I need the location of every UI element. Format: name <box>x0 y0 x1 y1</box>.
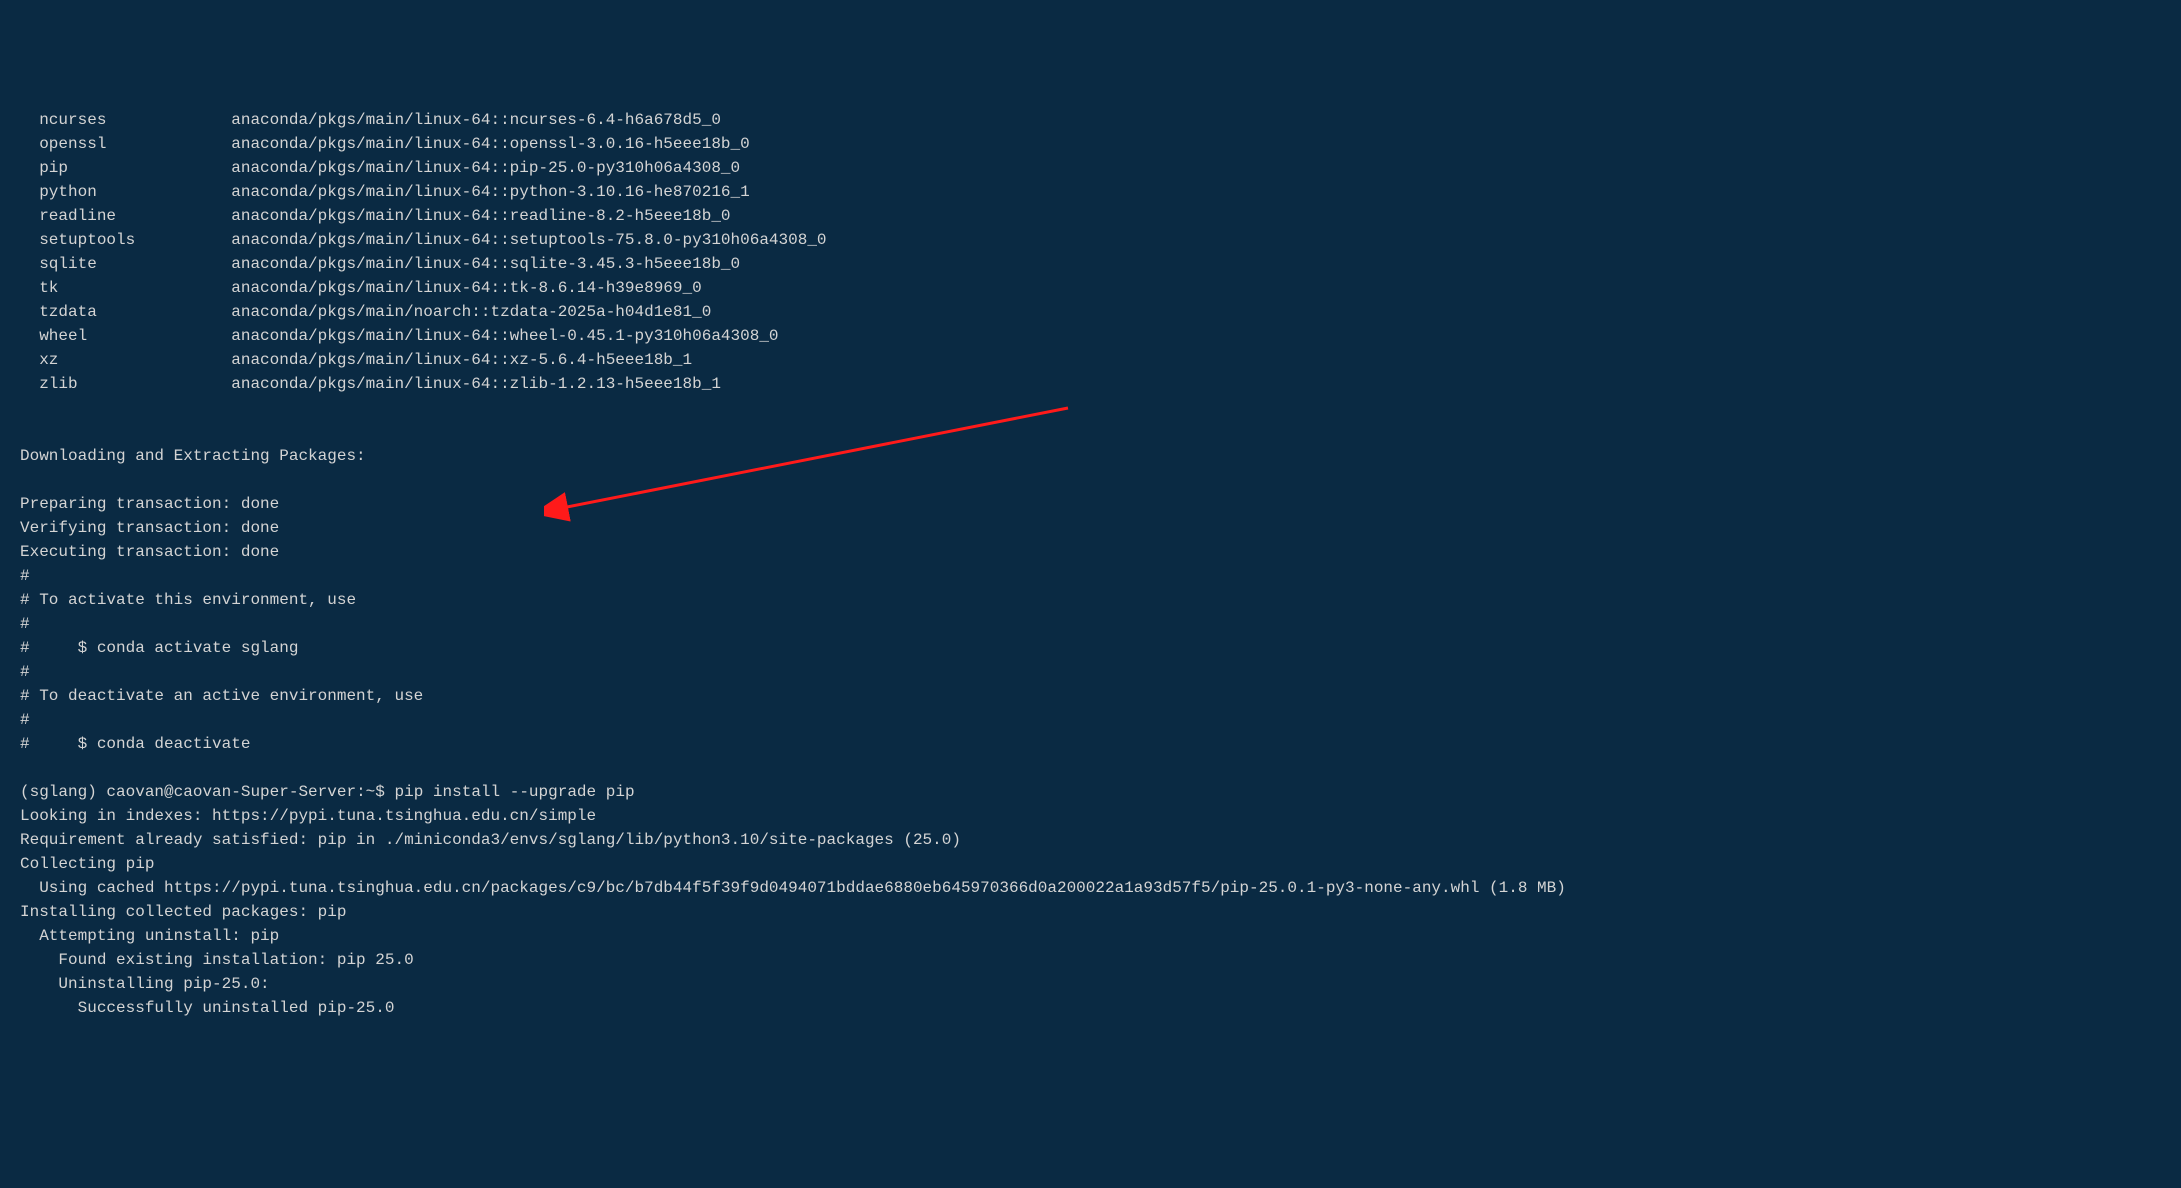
package-row: xz anaconda/pkgs/main/linux-64::xz-5.6.4… <box>20 348 2161 372</box>
package-row: readline anaconda/pkgs/main/linux-64::re… <box>20 204 2161 228</box>
package-row: pip anaconda/pkgs/main/linux-64::pip-25.… <box>20 156 2161 180</box>
package-row: tzdata anaconda/pkgs/main/noarch::tzdata… <box>20 300 2161 324</box>
pip-output-line: Requirement already satisfied: pip in ./… <box>20 828 2161 852</box>
pip-output-line: Successfully uninstalled pip-25.0 <box>20 996 2161 1020</box>
activation-hint-line: # To activate this environment, use <box>20 588 2161 612</box>
package-row: python anaconda/pkgs/main/linux-64::pyth… <box>20 180 2161 204</box>
shell-prompt[interactable]: (sglang) caovan@caovan-Super-Server:~$ p… <box>20 780 2161 804</box>
pip-output-line: Uninstalling pip-25.0: <box>20 972 2161 996</box>
activation-hint-line: # <box>20 708 2161 732</box>
activation-hint-line: # $ conda deactivate <box>20 732 2161 756</box>
transaction-line: Preparing transaction: done <box>20 492 2161 516</box>
activation-hint-line: # To deactivate an active environment, u… <box>20 684 2161 708</box>
package-row: wheel anaconda/pkgs/main/linux-64::wheel… <box>20 324 2161 348</box>
transaction-line: Executing transaction: done <box>20 540 2161 564</box>
pip-output-line: Found existing installation: pip 25.0 <box>20 948 2161 972</box>
download-header: Downloading and Extracting Packages: <box>20 444 2161 468</box>
activation-hint-line: # <box>20 612 2161 636</box>
prompt-userhost: caovan@caovan-Super-Server <box>106 783 356 801</box>
activation-hint-line: # <box>20 564 2161 588</box>
pip-output-line: Installing collected packages: pip <box>20 900 2161 924</box>
pip-output-line: Using cached https://pypi.tuna.tsinghua.… <box>20 876 2161 900</box>
package-row: sqlite anaconda/pkgs/main/linux-64::sqli… <box>20 252 2161 276</box>
transaction-line: Verifying transaction: done <box>20 516 2161 540</box>
prompt-path: ~ <box>366 783 376 801</box>
package-row: openssl anaconda/pkgs/main/linux-64::ope… <box>20 132 2161 156</box>
pip-output-line: Collecting pip <box>20 852 2161 876</box>
pip-output-line: Looking in indexes: https://pypi.tuna.ts… <box>20 804 2161 828</box>
package-row: ncurses anaconda/pkgs/main/linux-64::ncu… <box>20 108 2161 132</box>
entered-command: pip install --upgrade pip <box>395 783 635 801</box>
activation-hint-line: # <box>20 660 2161 684</box>
activation-hint-line: # $ conda activate sglang <box>20 636 2161 660</box>
prompt-env: (sglang) <box>20 783 97 801</box>
package-row: setuptools anaconda/pkgs/main/linux-64::… <box>20 228 2161 252</box>
pip-output-line: Attempting uninstall: pip <box>20 924 2161 948</box>
package-row: zlib anaconda/pkgs/main/linux-64::zlib-1… <box>20 372 2161 396</box>
package-row: tk anaconda/pkgs/main/linux-64::tk-8.6.1… <box>20 276 2161 300</box>
prompt-symbol: $ <box>375 783 385 801</box>
terminal-output[interactable]: ncurses anaconda/pkgs/main/linux-64::ncu… <box>20 108 2161 1020</box>
